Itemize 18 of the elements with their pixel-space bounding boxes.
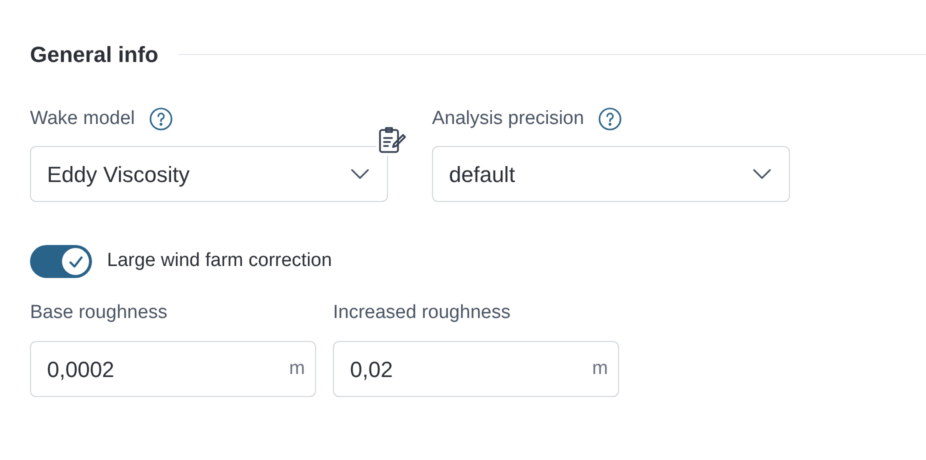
field-label: Analysis precision <box>432 106 584 131</box>
dropdown[interactable]: default <box>432 146 790 202</box>
field-label: Increased roughness <box>333 301 512 325</box>
toggle-switch[interactable] <box>30 245 92 278</box>
help-icon[interactable] <box>148 107 173 131</box>
chevron-down-icon <box>753 169 771 179</box>
number-input[interactable]: 0,0002 m <box>30 341 316 397</box>
number-input[interactable]: 0,02 m <box>333 341 619 397</box>
help-icon[interactable] <box>598 107 622 131</box>
field-label: Base roughness <box>30 301 168 325</box>
unit-label: m <box>592 356 608 381</box>
field-label: Wake model <box>30 106 135 131</box>
unit-label: m <box>289 356 305 381</box>
chevron-down-icon <box>351 169 369 179</box>
toggle-label: Large wind farm correction <box>107 249 332 274</box>
section-title: General info <box>30 40 158 68</box>
dropdown[interactable]: Eddy Viscosity <box>30 146 388 202</box>
check-icon <box>68 256 82 268</box>
